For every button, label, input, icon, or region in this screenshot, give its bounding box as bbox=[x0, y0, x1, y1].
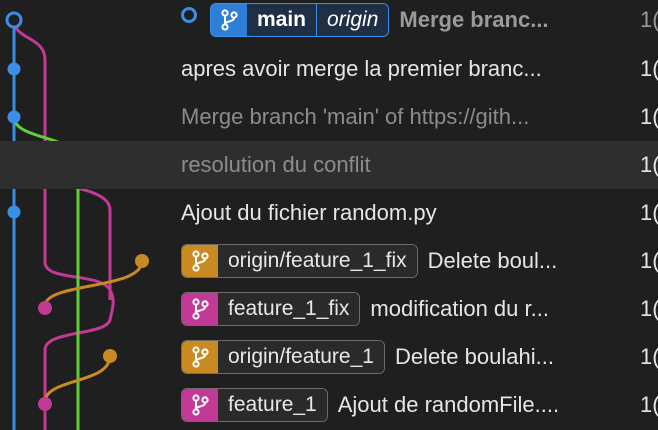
branch-label: feature_1 bbox=[218, 389, 327, 421]
commit-date: 1( bbox=[640, 104, 658, 129]
branch-badge-main[interactable]: main origin bbox=[210, 3, 390, 37]
branch-badge-feature-1-fix[interactable]: feature_1_fix bbox=[181, 292, 361, 326]
commit-row[interactable]: resolution du conflit 1( bbox=[0, 141, 658, 189]
commit-row[interactable]: feature_1 Ajout de randomFile.... 1( bbox=[0, 381, 658, 429]
commit-message: modification du r... bbox=[370, 296, 549, 321]
branch-icon bbox=[211, 4, 247, 36]
commit-message: apres avoir merge la premier branc... bbox=[181, 56, 542, 81]
branch-badge-feature-1[interactable]: feature_1 bbox=[181, 388, 328, 422]
commit-date: 1( bbox=[640, 344, 658, 369]
commit-date: 1( bbox=[640, 7, 658, 32]
branch-label: origin/feature_1 bbox=[218, 341, 384, 373]
commit-date: 1( bbox=[640, 392, 658, 417]
commit-message: Ajout du fichier random.py bbox=[181, 200, 437, 225]
commit-message: Merge branc... bbox=[399, 7, 549, 32]
branch-badge-origin-feature-1-fix[interactable]: origin/feature_1_fix bbox=[181, 244, 418, 278]
branch-icon bbox=[182, 389, 218, 421]
commit-row[interactable]: origin/feature_1_fix Delete boul... 1( bbox=[0, 237, 658, 285]
commit-date: 1( bbox=[640, 152, 658, 177]
commit-date: 1( bbox=[640, 200, 658, 225]
branch-label: origin/feature_1_fix bbox=[218, 245, 417, 277]
commit-message: Delete boul... bbox=[427, 248, 558, 273]
commit-row[interactable]: apres avoir merge la premier branc... 1( bbox=[0, 45, 658, 93]
commit-row[interactable]: feature_1_fix modification du r... 1( bbox=[0, 285, 658, 333]
branch-icon bbox=[182, 341, 218, 373]
branch-icon bbox=[182, 293, 218, 325]
commit-date: 1( bbox=[640, 56, 658, 81]
branch-label: main bbox=[247, 4, 317, 36]
commit-row[interactable]: main origin Merge branc... 1( bbox=[0, 0, 658, 44]
commit-date: 1( bbox=[640, 248, 658, 273]
commit-row[interactable]: origin/feature_1 Delete boulahi... 1( bbox=[0, 333, 658, 381]
git-graph-view: main origin Merge branc... 1( apres avoi… bbox=[0, 0, 658, 430]
commit-row[interactable]: Merge branch 'main' of https://gith... 1… bbox=[0, 93, 658, 141]
branch-badge-origin-feature-1[interactable]: origin/feature_1 bbox=[181, 340, 385, 374]
branch-label: feature_1_fix bbox=[218, 293, 360, 325]
head-indicator-icon bbox=[181, 7, 197, 23]
commit-message: Delete boulahi... bbox=[394, 344, 554, 369]
commit-message: resolution du conflit bbox=[181, 152, 371, 177]
commit-message: Merge branch 'main' of https://gith... bbox=[181, 104, 530, 129]
commit-message: Ajout de randomFile.... bbox=[337, 392, 560, 417]
remote-label: origin bbox=[316, 4, 389, 36]
commit-date: 1( bbox=[640, 296, 658, 321]
branch-icon bbox=[182, 245, 218, 277]
commit-row[interactable]: Ajout du fichier random.py 1( bbox=[0, 189, 658, 237]
